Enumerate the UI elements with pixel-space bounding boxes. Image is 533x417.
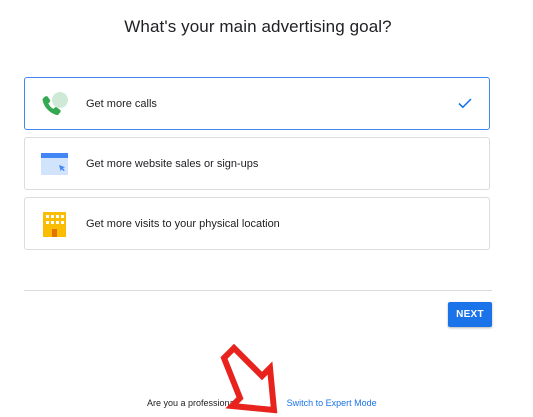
goal-option-website[interactable]: Get more website sales or sign-ups	[24, 137, 490, 190]
goal-option-label: Get more visits to your physical locatio…	[86, 218, 280, 230]
goal-option-location[interactable]: Get more visits to your physical locatio…	[24, 197, 490, 250]
checkmark-icon	[458, 98, 472, 109]
goal-option-label: Get more calls	[86, 98, 157, 110]
footer-text: Are you a professiona Switch to Expert Mo…	[147, 398, 377, 408]
page-title: What's your main advertising goal?	[124, 17, 392, 36]
switch-to-expert-mode-link[interactable]: Switch to Expert Mode	[287, 398, 377, 408]
next-button[interactable]: NEXT	[448, 302, 492, 327]
building-icon	[43, 212, 66, 237]
browser-window-icon	[41, 153, 68, 175]
phone-icon	[42, 92, 68, 116]
divider	[24, 290, 492, 291]
footer-prompt: Are you a professiona	[147, 398, 235, 408]
goal-selection-page: What's your main advertising goal? Get m…	[0, 0, 533, 417]
goal-option-label: Get more website sales or sign-ups	[86, 158, 259, 170]
goal-option-calls[interactable]: Get more calls	[24, 77, 490, 130]
